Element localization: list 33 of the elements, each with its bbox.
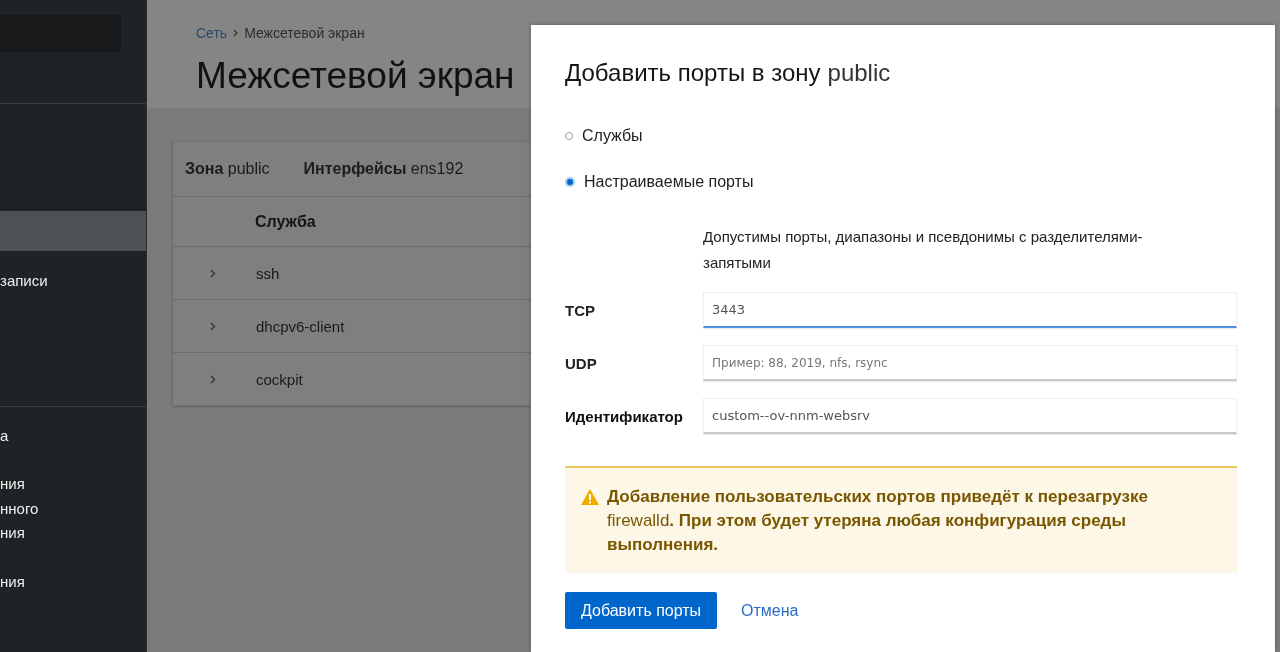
zone-label: Зона public (185, 160, 270, 178)
input-field[interactable]: custom--ov-nnm-websrv (703, 398, 1237, 434)
sidebar-item[interactable]: ния нного ния (0, 472, 146, 546)
radio-button[interactable] (565, 177, 575, 187)
radio-label[interactable]: Службы (582, 127, 643, 145)
interfaces-label: Интерфейсы ens192 (303, 160, 464, 178)
chevron-icon (233, 29, 239, 37)
column-header: Служба (255, 212, 316, 231)
table-cell: cockpit (256, 370, 303, 388)
dialog-title: Добавить порты в зону (565, 59, 821, 87)
helper-text: Допустимы порты, диапазоны и псевдонимы с разделителями-запятыми (703, 227, 1144, 273)
sidebar-item[interactable]: а (0, 423, 146, 448)
table-cell: dhcpv6-client (256, 317, 345, 335)
chevron-icon[interactable] (210, 268, 216, 278)
field-label: TCP (565, 301, 596, 319)
radio-button[interactable] (565, 132, 573, 140)
chevron-icon[interactable] (210, 374, 216, 384)
chevron-icon[interactable] (210, 321, 216, 331)
field-label: Идентификатор (565, 407, 684, 425)
sidebar-item[interactable]: ния (0, 569, 146, 594)
cancel-link[interactable]: Отмена (725, 601, 815, 620)
input-field[interactable]: 3443 (703, 292, 1237, 328)
page-title: Межсетевой экран (196, 55, 515, 97)
add-ports-button[interactable]: Добавить порты (565, 592, 718, 629)
radio-label[interactable]: Настраиваемые порты (584, 173, 754, 191)
field-label: UDP (565, 354, 598, 372)
input-field[interactable]: Пример: 88, 2019, nfs, rsync (703, 345, 1237, 381)
zone-name: public (827, 59, 891, 87)
table-cell: ssh (256, 264, 280, 282)
sidebar-item[interactable]: записи (0, 269, 146, 294)
warning-icon (581, 489, 599, 505)
warning-text: Добавление пользовательских портов приведёт к перезагрузке firewalld. При этом будет утеряна любая конфигурация среды выполнения. (607, 486, 1149, 556)
breadcrumb-current: Межсетевой экран (244, 25, 365, 41)
